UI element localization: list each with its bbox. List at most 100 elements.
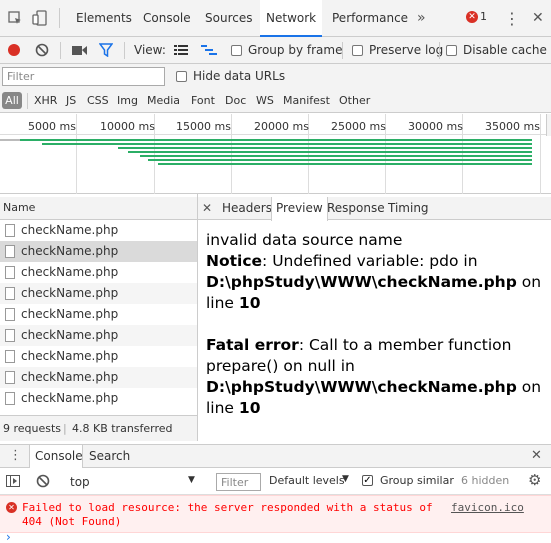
on-word: on bbox=[516, 273, 542, 291]
disable-cache-checkbox[interactable] bbox=[446, 45, 457, 56]
drawer-tab-search[interactable]: Search bbox=[89, 449, 130, 463]
request-row[interactable]: checkName.php bbox=[0, 304, 197, 325]
response-preview: invalid data source name Notice: Undefin… bbox=[206, 230, 546, 419]
timeline-bar bbox=[128, 151, 532, 153]
request-row[interactable]: checkName.php bbox=[0, 388, 197, 409]
console-prompt[interactable]: › bbox=[0, 530, 551, 543]
request-row[interactable]: checkName.php bbox=[0, 346, 197, 367]
filter-input[interactable]: Filter bbox=[2, 67, 165, 86]
console-sidebar-icon[interactable] bbox=[6, 475, 20, 487]
file-icon bbox=[5, 224, 15, 237]
fatal-message: Fatal error: Call to a member function bbox=[206, 335, 546, 356]
clear-console-icon[interactable] bbox=[36, 474, 50, 488]
type-filter-xhr[interactable]: XHR bbox=[34, 94, 57, 107]
preview-line: invalid data source name bbox=[206, 231, 403, 249]
file-icon bbox=[5, 266, 15, 279]
request-row[interactable]: checkName.php bbox=[0, 367, 197, 388]
dropdown-arrow-icon: ▼ bbox=[188, 475, 195, 485]
type-filter-img[interactable]: Img bbox=[117, 94, 138, 107]
type-filter-other[interactable]: Other bbox=[339, 94, 370, 107]
group-similar-checkbox[interactable]: ✓ bbox=[362, 475, 373, 486]
error-icon[interactable]: ✕ bbox=[466, 11, 478, 23]
type-filter-js[interactable]: JS bbox=[66, 94, 76, 107]
panel-splitter[interactable] bbox=[197, 194, 198, 441]
menu-icon[interactable]: ⋮ bbox=[504, 9, 520, 28]
fatal-text: : Call to a member function bbox=[298, 336, 512, 354]
close-detail-icon[interactable]: ✕ bbox=[202, 201, 212, 215]
context-selector[interactable]: top ▼ bbox=[60, 472, 202, 491]
notice-line-number: line 10 bbox=[206, 293, 546, 314]
drawer-menu-icon[interactable]: ⋮ bbox=[9, 448, 22, 463]
waterfall-icon[interactable] bbox=[201, 44, 217, 56]
name-column-header[interactable]: Name bbox=[3, 201, 35, 214]
inspect-element-icon[interactable] bbox=[8, 11, 22, 25]
requests-table-header[interactable]: Name bbox=[0, 197, 197, 220]
timeline-tick: 30000 ms bbox=[408, 120, 463, 133]
timeline-overview[interactable]: 5000 ms 10000 ms 15000 ms 20000 ms 25000… bbox=[0, 114, 551, 194]
request-detail-tabs: ✕ Headers Preview Response Timing bbox=[198, 197, 551, 221]
request-name: checkName.php bbox=[21, 223, 119, 237]
preserve-log-checkbox[interactable] bbox=[352, 45, 363, 56]
timeline-tick: 15000 ms bbox=[176, 120, 231, 133]
drawer-tab-console[interactable]: Console bbox=[35, 449, 83, 463]
tab-network[interactable]: Network bbox=[260, 0, 323, 37]
record-icon[interactable] bbox=[8, 44, 20, 56]
error-source-link[interactable]: favicon.ico bbox=[451, 501, 524, 514]
timeline-tick: 35000 ms bbox=[485, 120, 540, 133]
hide-data-urls-label: Hide data URLs bbox=[193, 69, 286, 83]
capture-screenshots-icon[interactable] bbox=[72, 45, 88, 56]
tab-response[interactable]: Response bbox=[323, 197, 389, 220]
type-filter-css[interactable]: CSS bbox=[87, 94, 109, 107]
type-filter-media[interactable]: Media bbox=[147, 94, 180, 107]
fatal-line-number: line 10 bbox=[206, 398, 546, 419]
overview-scroll-handle[interactable] bbox=[546, 114, 551, 136]
console-settings-gear-icon[interactable]: ⚙ bbox=[528, 471, 541, 489]
filter-row: Filter Hide data URLs bbox=[0, 64, 551, 89]
request-name: checkName.php bbox=[21, 244, 119, 258]
type-filter-all[interactable]: All bbox=[2, 92, 22, 109]
notice-label: Notice bbox=[206, 252, 263, 270]
log-levels-dropdown[interactable]: Default levels bbox=[269, 474, 345, 487]
request-row-selected[interactable]: checkName.php bbox=[0, 241, 197, 262]
filter-icon[interactable] bbox=[99, 43, 113, 57]
group-by-frame-label: Group by frame bbox=[248, 43, 343, 57]
timeline-tick: 5000 ms bbox=[28, 120, 76, 133]
group-by-frame-checkbox[interactable] bbox=[231, 45, 242, 56]
request-name: checkName.php bbox=[21, 328, 119, 342]
tab-timing[interactable]: Timing bbox=[384, 197, 433, 220]
file-icon bbox=[5, 308, 15, 321]
large-rows-icon[interactable] bbox=[174, 44, 188, 56]
device-toolbar-icon[interactable] bbox=[32, 10, 48, 26]
timeline-tick: 10000 ms bbox=[100, 120, 155, 133]
tab-preview[interactable]: Preview bbox=[271, 197, 328, 221]
tab-console[interactable]: Console bbox=[137, 0, 197, 36]
on-word: on bbox=[516, 378, 542, 396]
tab-sources[interactable]: Sources bbox=[199, 0, 258, 36]
request-row[interactable]: checkName.php bbox=[0, 262, 197, 283]
fatal-label: Fatal error bbox=[206, 336, 299, 354]
request-row[interactable]: checkName.php bbox=[0, 283, 197, 304]
tab-elements[interactable]: Elements bbox=[70, 0, 138, 36]
close-icon[interactable]: ✕ bbox=[532, 10, 544, 26]
separator bbox=[124, 42, 125, 59]
type-filter-manifest[interactable]: Manifest bbox=[283, 94, 330, 107]
hide-data-urls-checkbox[interactable] bbox=[176, 71, 187, 82]
timeline-tick: 25000 ms bbox=[331, 120, 386, 133]
error-count[interactable]: 1 bbox=[480, 10, 487, 23]
error-text: Failed to load resource: the server resp… bbox=[22, 501, 433, 528]
prompt-icon: › bbox=[6, 530, 11, 543]
fatal-text-line: prepare() on null in bbox=[206, 357, 355, 375]
console-filter-input[interactable]: Filter bbox=[216, 473, 261, 491]
console-error-message: ✕ Failed to load resource: the server re… bbox=[0, 495, 551, 533]
type-filter-font[interactable]: Font bbox=[191, 94, 215, 107]
type-filter-doc[interactable]: Doc bbox=[225, 94, 246, 107]
request-row[interactable]: checkName.php bbox=[0, 220, 197, 241]
clear-icon[interactable] bbox=[35, 43, 49, 57]
type-filter-ws[interactable]: WS bbox=[256, 94, 274, 107]
more-tabs-button[interactable]: » bbox=[417, 10, 426, 26]
tab-performance[interactable]: Performance bbox=[326, 0, 414, 36]
tab-headers[interactable]: Headers bbox=[218, 197, 276, 220]
request-row[interactable]: checkName.php bbox=[0, 325, 197, 346]
close-drawer-icon[interactable]: ✕ bbox=[531, 448, 542, 463]
